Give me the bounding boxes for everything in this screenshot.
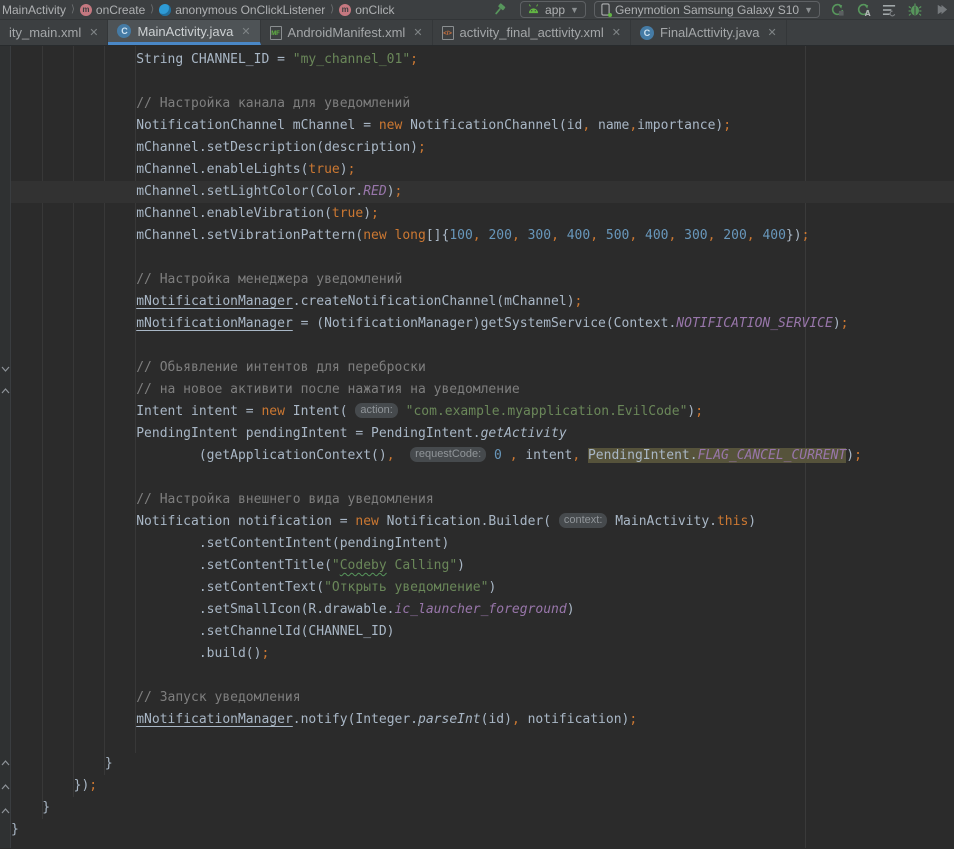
code-line[interactable] (11, 731, 954, 753)
code-line[interactable] (11, 467, 954, 489)
device-selector[interactable]: Genymotion Samsung Galaxy S10 ▼ (594, 1, 820, 18)
breadcrumb-label: onClick (355, 3, 394, 17)
code-line[interactable]: .build(); (11, 643, 954, 665)
editor-gutter (0, 46, 11, 848)
code-line[interactable] (11, 247, 954, 269)
code-line[interactable]: // Обьявление интентов для переброски (11, 357, 954, 379)
code-line[interactable]: Intent intent = new Intent( action: "com… (11, 401, 954, 423)
fold-marker-icon[interactable] (1, 754, 10, 763)
code-line[interactable]: // Настройка внешнего вида уведомления (11, 489, 954, 511)
tab-label: ity_main.xml (9, 25, 81, 40)
breadcrumb-onclick[interactable]: m onClick (339, 3, 394, 17)
xml-file-icon: </> (442, 26, 454, 40)
code-line[interactable]: (getApplicationContext(), requestCode: 0… (11, 445, 954, 467)
module-selector-label: app (545, 3, 565, 17)
code-line[interactable] (11, 665, 954, 687)
main-toolbar: MainActivity ⟩ m onCreate ⟩ anonymous On… (0, 0, 954, 20)
code-line[interactable]: .setContentIntent(pendingIntent) (11, 533, 954, 555)
tab-label: FinalActtivity.java (660, 25, 759, 40)
chevron-down-icon: ▼ (804, 5, 813, 15)
fold-marker-icon[interactable] (1, 382, 10, 391)
editor-tab-bar: ity_main.xml ✕ C MainActivity.java ✕ MF … (0, 20, 954, 46)
code-line[interactable] (11, 71, 954, 93)
debug-icon[interactable] (906, 2, 924, 18)
code-area[interactable]: String CHANNEL_ID = "my_channel_01"; // … (11, 46, 954, 848)
breadcrumb: MainActivity ⟩ m onCreate ⟩ anonymous On… (2, 3, 490, 17)
apply-changes-icon[interactable] (828, 2, 846, 18)
code-line[interactable]: // Настройка канала для уведомлений (11, 93, 954, 115)
code-line[interactable]: mNotificationManager = (NotificationMana… (11, 313, 954, 335)
android-icon (527, 3, 540, 17)
code-line[interactable] (11, 335, 954, 357)
module-selector[interactable]: app ▼ (520, 1, 586, 18)
svg-text:A: A (864, 9, 870, 17)
breadcrumb-oncreate[interactable]: m onCreate (80, 3, 145, 17)
breadcrumb-anonymous-onclicklistener[interactable]: anonymous OnClickListener (159, 3, 325, 17)
code-line[interactable]: .setChannelId(CHANNEL_ID) (11, 621, 954, 643)
close-icon[interactable]: ✕ (411, 26, 422, 39)
method-icon: m (339, 4, 351, 16)
manifest-file-icon: MF (270, 26, 282, 40)
tab-label: AndroidManifest.xml (288, 25, 406, 40)
code-line[interactable]: } (11, 819, 954, 841)
breadcrumb-separator: ⟩ (149, 4, 155, 15)
tab-androidmanifest-xml[interactable]: MF AndroidManifest.xml ✕ (261, 20, 433, 45)
apply-code-changes-icon[interactable]: A (854, 2, 872, 18)
code-line[interactable]: PendingIntent pendingIntent = PendingInt… (11, 423, 954, 445)
code-line[interactable]: String CHANNEL_ID = "my_channel_01"; (11, 49, 954, 71)
code-line[interactable]: // Настройка менеджера уведомлений (11, 269, 954, 291)
code-line[interactable]: mChannel.setVibrationPattern(new long[]{… (11, 225, 954, 247)
code-line[interactable]: mChannel.setDescription(description); (11, 137, 954, 159)
code-line[interactable]: .setSmallIcon(R.drawable.ic_launcher_for… (11, 599, 954, 621)
anonymous-class-icon (159, 4, 171, 16)
code-line[interactable]: mChannel.setLightColor(Color.RED); (11, 181, 954, 203)
code-line[interactable]: mNotificationManager.notify(Integer.pars… (11, 709, 954, 731)
code-line[interactable]: Notification notification = new Notifica… (11, 511, 954, 533)
java-class-icon: C (640, 26, 654, 40)
tab-activity-main-xml[interactable]: ity_main.xml ✕ (0, 20, 108, 45)
tab-label: MainActivity.java (137, 24, 233, 39)
tab-mainactivity-java[interactable]: C MainActivity.java ✕ (108, 20, 260, 45)
code-line[interactable]: // на новое активити после нажатия на ув… (11, 379, 954, 401)
fold-marker-icon[interactable] (1, 360, 10, 369)
fold-marker-icon[interactable] (1, 802, 10, 811)
breadcrumb-separator: ⟩ (70, 4, 76, 15)
code-line[interactable]: mNotificationManager.createNotificationC… (11, 291, 954, 313)
code-line[interactable]: .setContentText("Открыть уведомление") (11, 577, 954, 599)
tab-label: activity_final_acttivity.xml (460, 25, 604, 40)
code-line[interactable]: NotificationChannel mChannel = new Notif… (11, 115, 954, 137)
profiler-icon[interactable] (880, 2, 898, 18)
code-line[interactable]: }); (11, 775, 954, 797)
run-toolbar: app ▼ Genymotion Samsung Galaxy S10 ▼ A (490, 1, 950, 18)
code-line[interactable]: .setContentTitle("Codeby Calling") (11, 555, 954, 577)
code-line[interactable]: } (11, 797, 954, 819)
build-hammer-icon[interactable] (490, 2, 508, 18)
fold-marker-icon[interactable] (1, 778, 10, 787)
java-class-icon: C (117, 24, 131, 38)
tab-activity-final-acttivity-xml[interactable]: </> activity_final_acttivity.xml ✕ (433, 20, 631, 45)
code-editor[interactable]: String CHANNEL_ID = "my_channel_01"; // … (0, 46, 954, 848)
attach-debugger-icon[interactable] (932, 2, 950, 18)
tab-finalacttivity-java[interactable]: C FinalActtivity.java ✕ (631, 20, 787, 45)
breadcrumb-mainactivity[interactable]: MainActivity (2, 3, 66, 17)
code-lines: String CHANNEL_ID = "my_channel_01"; // … (11, 49, 954, 841)
breadcrumb-label: MainActivity (2, 3, 66, 17)
close-icon[interactable]: ✕ (87, 26, 98, 39)
close-icon[interactable]: ✕ (239, 25, 250, 38)
close-icon[interactable]: ✕ (610, 26, 621, 39)
device-phone-icon (601, 3, 610, 16)
method-icon: m (80, 4, 92, 16)
code-line[interactable]: } (11, 753, 954, 775)
breadcrumb-separator: ⟩ (329, 4, 335, 15)
chevron-down-icon: ▼ (570, 5, 579, 15)
device-selector-label: Genymotion Samsung Galaxy S10 (615, 3, 799, 17)
close-icon[interactable]: ✕ (765, 26, 776, 39)
breadcrumb-label: onCreate (96, 3, 145, 17)
code-line[interactable]: mChannel.enableVibration(true); (11, 203, 954, 225)
breadcrumb-label: anonymous OnClickListener (175, 3, 325, 17)
code-line[interactable]: mChannel.enableLights(true); (11, 159, 954, 181)
code-line[interactable]: // Запуск уведомления (11, 687, 954, 709)
